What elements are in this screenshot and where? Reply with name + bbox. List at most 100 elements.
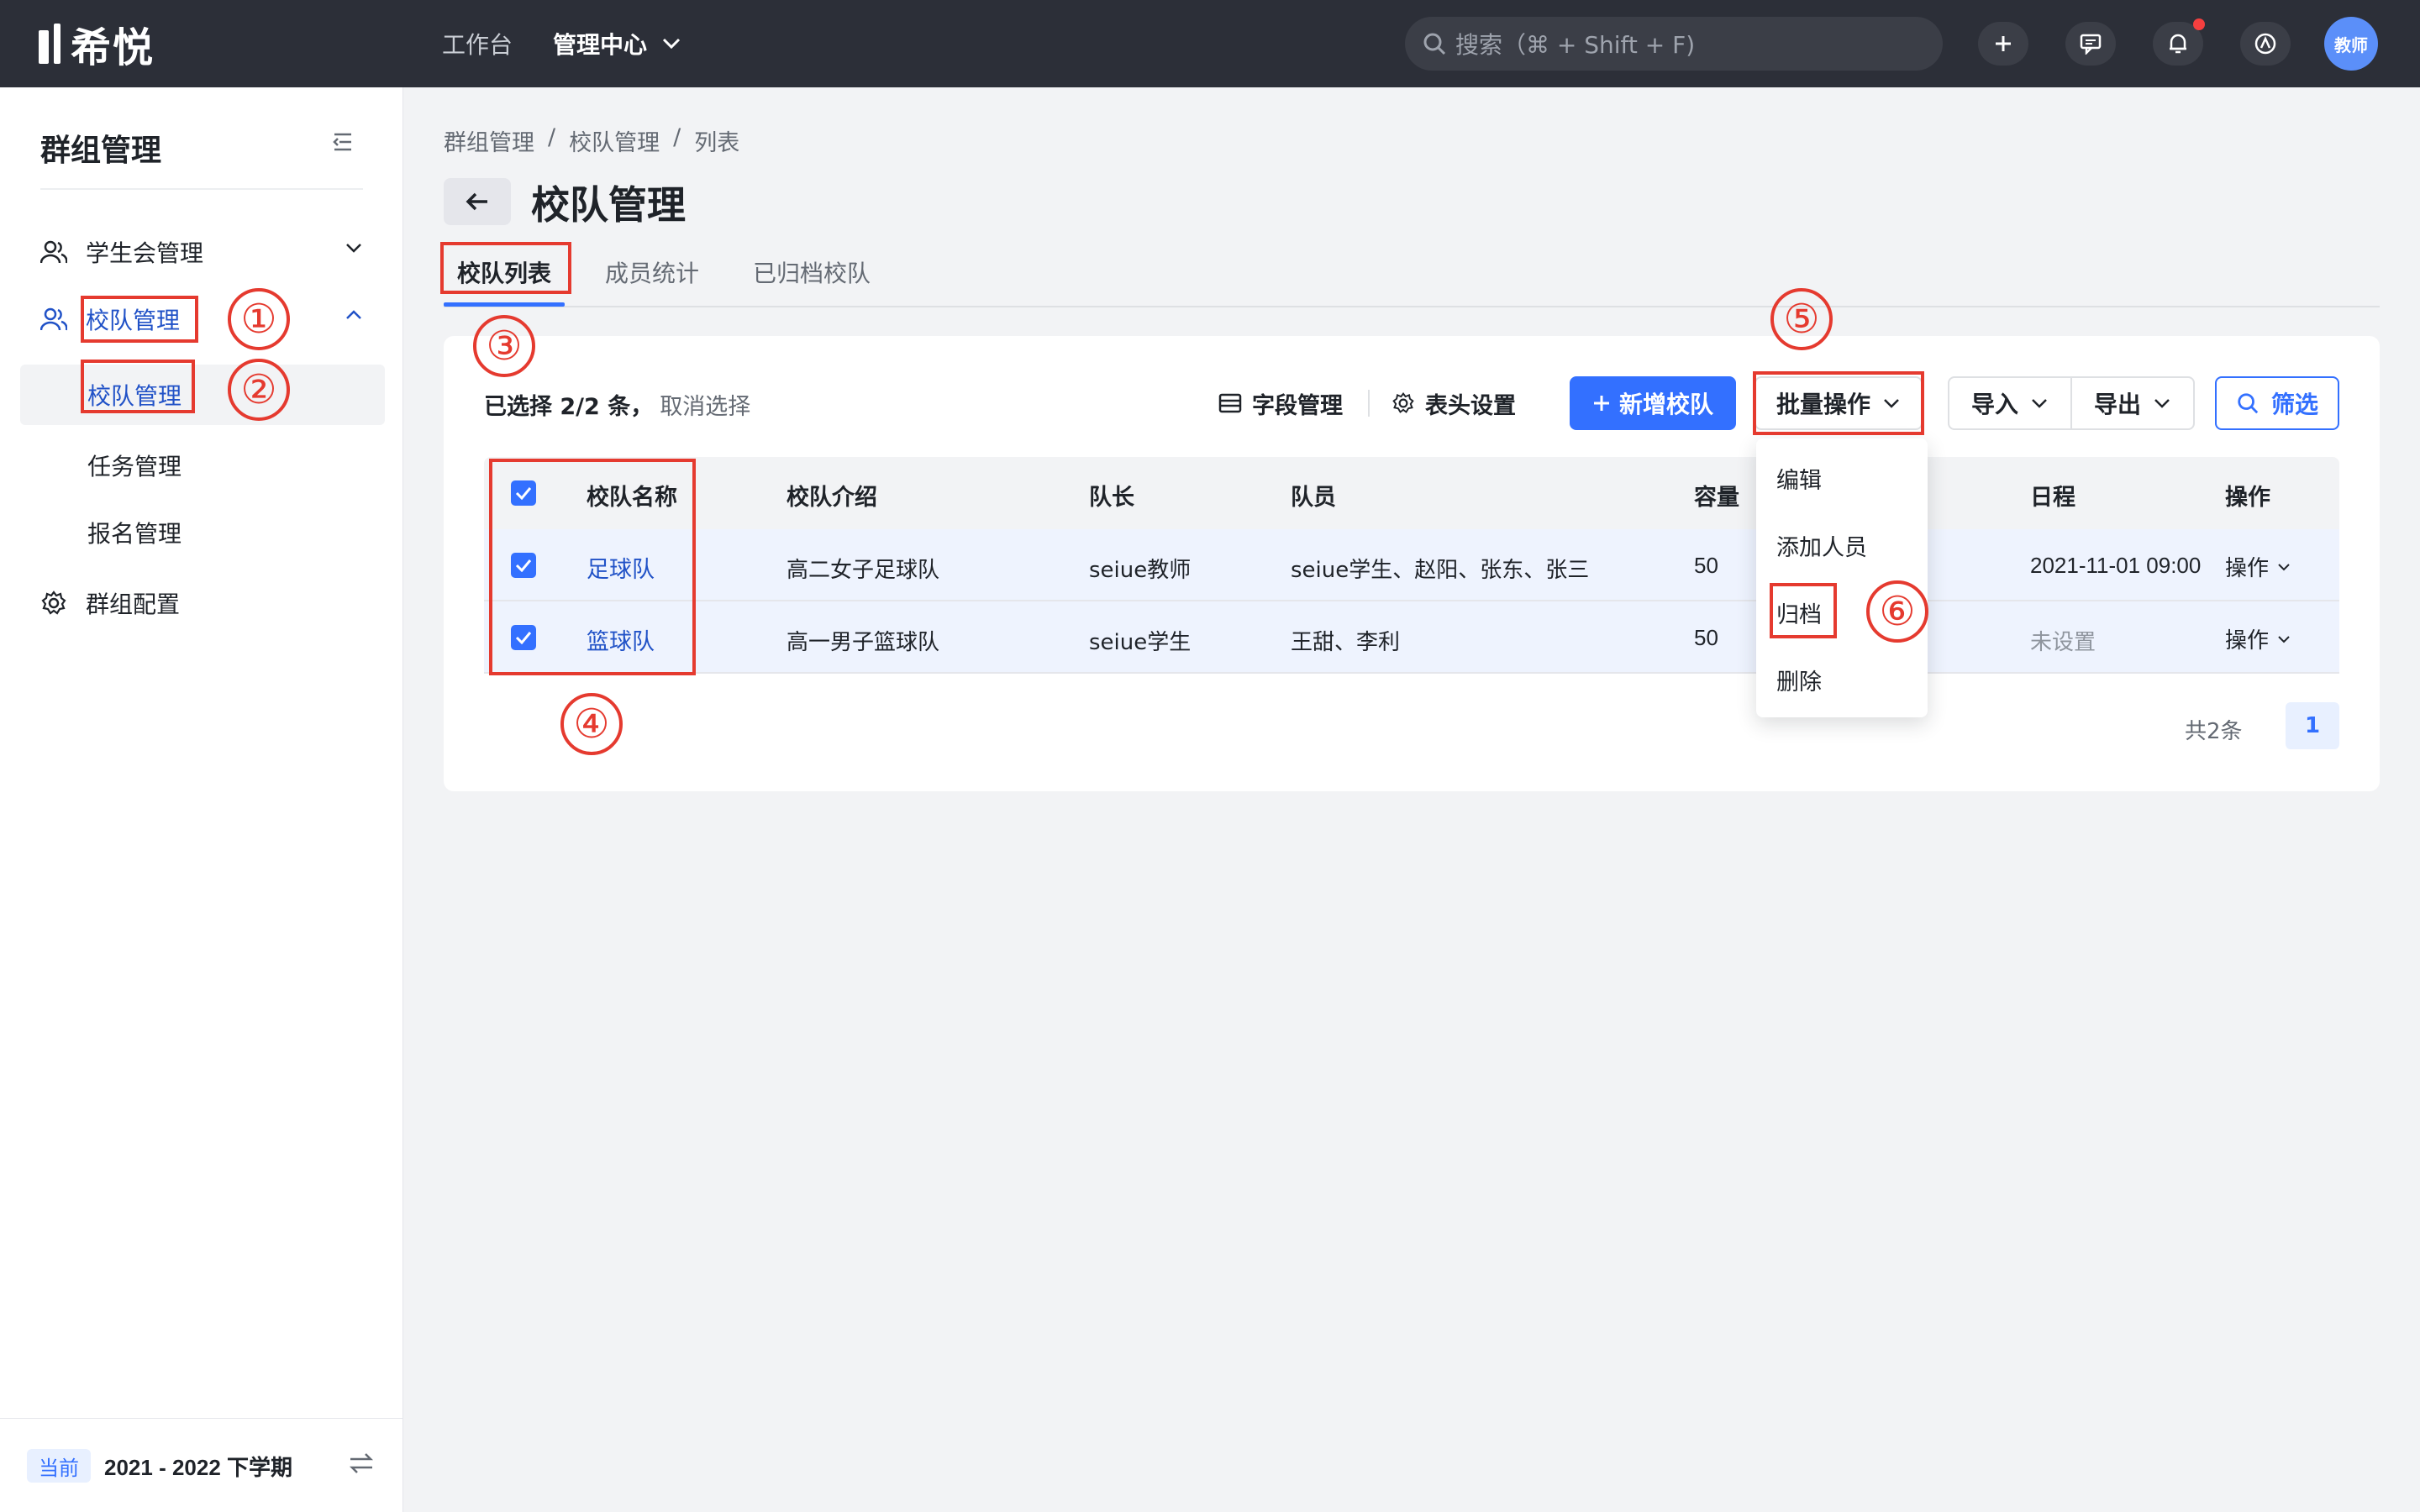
search-input[interactable]: 搜索（⌘ + Shift + F) (1405, 17, 1943, 71)
import-label: 导入 (1970, 391, 2018, 418)
gear-icon (41, 591, 66, 615)
export-label: 导出 (2093, 391, 2141, 418)
nav-admin-center[interactable]: 管理中心 (553, 25, 681, 62)
column-header-members[interactable]: 队员 (1291, 479, 1336, 512)
swap-icon[interactable] (348, 1451, 375, 1476)
user-avatar[interactable]: 教师 (2324, 17, 2378, 71)
chevron-down-icon (2032, 399, 2047, 408)
export-button[interactable]: 导出 (2070, 376, 2195, 430)
tab-archived-teams[interactable]: 已归档校队 (753, 255, 871, 289)
selected-count: 已选择 2/2 条， (484, 394, 654, 420)
term-switcher[interactable]: 当前 2021 - 2022 下学期 (0, 1418, 403, 1512)
sidebar-item-label: 学生会管理 (86, 239, 204, 267)
menu-item-delete[interactable]: 删除 (1776, 664, 1822, 696)
chevron-down-icon (2278, 563, 2290, 570)
breadcrumb-separator: / (673, 124, 681, 150)
filter-button[interactable]: 筛选 (2215, 376, 2339, 430)
cell-schedule: 未设置 (2030, 630, 2096, 655)
chat-icon (2080, 34, 2102, 55)
annotation-box (1753, 371, 1924, 435)
chevron-down-icon (346, 244, 361, 253)
logo-icon (39, 24, 60, 64)
chevron-down-icon (2278, 635, 2290, 643)
nav-admin-label: 管理中心 (553, 31, 648, 59)
filter-label: 筛选 (2270, 391, 2318, 418)
sidebar-subitem-signup-manage[interactable]: 报名管理 (20, 502, 385, 563)
annotation-number: ① (224, 284, 294, 354)
column-header-captain[interactable]: 队长 (1089, 479, 1134, 512)
menu-item-add-members[interactable]: 添加人员 (1776, 529, 1867, 562)
breadcrumb-item[interactable]: 校队管理 (569, 124, 660, 157)
annotation-number: ④ (556, 689, 627, 759)
apps-button[interactable] (2240, 22, 2291, 66)
sidebar-title: 群组管理 (40, 134, 162, 168)
row-actions-label: 操作 (2225, 628, 2270, 654)
row-actions-label: 操作 (2225, 556, 2270, 581)
cell-capacity: 50 (1694, 625, 1718, 650)
table-icon (1218, 393, 1242, 413)
gear-icon (1392, 392, 1414, 413)
cell-captain: seiue学生 (1089, 630, 1192, 655)
top-bar: 希悦 工作台 管理中心 搜索（⌘ + Shift + F) 教师 (0, 0, 2420, 87)
toolbar-divider (1368, 390, 1370, 417)
sidebar-divider (40, 188, 363, 190)
annotation-box (1770, 583, 1837, 638)
cell-capacity: 50 (1694, 553, 1718, 578)
column-header-intro[interactable]: 校队介绍 (786, 479, 877, 512)
field-manage-label: 字段管理 (1252, 392, 1343, 419)
sidebar-subitem-team-manage[interactable]: 校队管理 (20, 365, 385, 425)
annotation-box (81, 360, 195, 413)
cell-intro: 高二女子足球队 (786, 558, 940, 583)
annotation-number: ③ (469, 311, 539, 381)
row-actions-dropdown[interactable]: 操作 (2225, 623, 2291, 654)
current-term-label: 2021 - 2022 下学期 (104, 1454, 293, 1480)
back-button[interactable] (444, 178, 511, 225)
breadcrumb: 群组管理 / 校队管理 / 列表 (444, 124, 739, 157)
sidebar-item-label: 群组配置 (86, 591, 181, 618)
tab-member-stats[interactable]: 成员统计 (605, 255, 699, 289)
breadcrumb-item[interactable]: 群组管理 (444, 124, 534, 157)
annotation-box (489, 459, 696, 675)
import-button[interactable]: 导入 (1948, 376, 2072, 430)
messages-button[interactable] (2065, 22, 2116, 66)
selection-info: 已选择 2/2 条， 取消选择 (484, 388, 750, 421)
logo-text: 希悦 (71, 24, 155, 71)
cancel-selection-link[interactable]: 取消选择 (660, 388, 750, 421)
annotation-box (81, 296, 198, 343)
breadcrumb-item-current: 列表 (694, 130, 740, 156)
current-term-tag: 当前 (27, 1449, 91, 1483)
nav-workbench[interactable]: 工作台 (442, 25, 513, 62)
cell-members: 王甜、李利 (1291, 630, 1401, 655)
cell-captain: seiue教师 (1089, 558, 1192, 583)
app-logo[interactable]: 希悦 (39, 20, 155, 71)
sidebar-item-student-union[interactable]: 学生会管理 (40, 227, 363, 277)
pagination-page-1[interactable]: 1 (2286, 702, 2339, 749)
annotation-box (440, 242, 571, 294)
column-header-schedule[interactable]: 日程 (2030, 479, 2075, 512)
menu-item-edit[interactable]: 编辑 (1776, 462, 1822, 495)
column-header-capacity[interactable]: 容量 (1694, 479, 1739, 512)
add-team-button[interactable]: 新增校队 (1570, 376, 1736, 430)
chevron-down-icon (2154, 399, 2170, 408)
cell-schedule: 2021-11-01 09:00 (2030, 553, 2202, 578)
plus-icon (1593, 396, 1609, 411)
annotation-number: ⑤ (1766, 284, 1837, 354)
chevron-down-icon (662, 38, 681, 50)
notification-dot (2193, 18, 2205, 30)
chevron-up-icon (346, 310, 361, 319)
row-actions-dropdown[interactable]: 操作 (2225, 551, 2291, 582)
header-settings-button[interactable]: 表头设置 (1392, 386, 1516, 420)
active-tab-indicator (444, 302, 565, 307)
search-icon (1423, 33, 1446, 55)
tabs-divider (444, 306, 2380, 307)
column-header-actions: 操作 (2225, 485, 2270, 511)
sidebar-item-group-config[interactable]: 群组配置 (40, 578, 363, 628)
add-button[interactable] (1978, 22, 2028, 66)
collapse-sidebar-icon[interactable] (331, 131, 355, 156)
field-manage-button[interactable]: 字段管理 (1218, 386, 1343, 420)
users-icon (40, 240, 67, 264)
arrow-left-icon (466, 192, 487, 211)
annotation-number: ⑥ (1862, 576, 1933, 647)
annotation-number: ② (224, 354, 294, 425)
sidebar-subitem-task-manage[interactable]: 任务管理 (20, 435, 385, 496)
